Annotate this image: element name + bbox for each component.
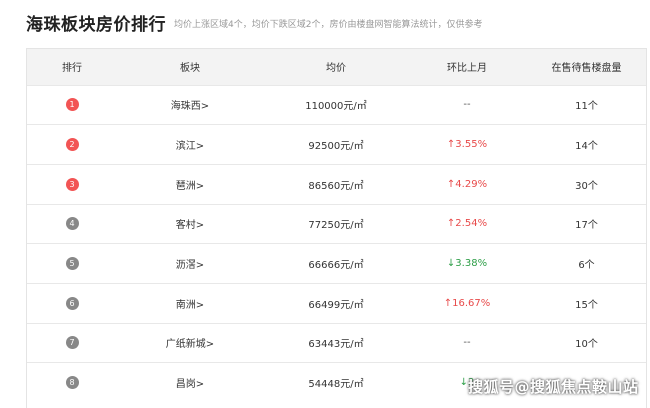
table-row: 5 沥滘> 66666元/㎡ ↓3.38% 6个 xyxy=(27,243,646,284)
average-price: 66499元/㎡ xyxy=(263,282,409,324)
listing-count: 10个 xyxy=(525,322,646,363)
table-row: 1 海珠西> 110000元/㎡ -- 11个 xyxy=(27,84,646,125)
month-change: ↑4.29% xyxy=(409,163,525,205)
rank-badge: 3 xyxy=(65,177,79,191)
column-header-change: 环比上月 xyxy=(447,63,487,75)
average-price: 92500元/㎡ xyxy=(263,124,409,165)
table-row: 3 琶洲> 86560元/㎡ ↑4.29% 30个 xyxy=(27,163,646,205)
month-change: -- xyxy=(409,84,525,125)
rank-badge: 8 xyxy=(65,376,79,390)
month-change: ↑3.55% xyxy=(409,124,525,165)
listing-count: 15个 xyxy=(525,282,646,324)
district-link[interactable]: 昌岗> xyxy=(117,362,263,403)
district-link[interactable]: 沥滘> xyxy=(117,243,263,284)
header: 海珠板块房价排行 均价上涨区域4个，均价下跌区域2个，房价由楼盘网智能算法统计，… xyxy=(26,8,482,36)
district-link[interactable]: 南洲> xyxy=(117,282,263,324)
average-price: 63443元/㎡ xyxy=(263,322,409,363)
average-price: 54448元/㎡ xyxy=(263,362,409,403)
average-price: 77250元/㎡ xyxy=(263,203,409,244)
page-title: 海珠板块房价排行 xyxy=(26,14,166,35)
listing-count: 30个 xyxy=(525,163,646,205)
rank-badge: 4 xyxy=(65,217,79,231)
listing-count: 17个 xyxy=(525,203,646,244)
month-change: ↓3.38% xyxy=(409,243,525,284)
watermark: 搜狐号@搜狐焦点鞍山站 xyxy=(468,378,639,396)
listing-count: 6个 xyxy=(525,243,646,284)
month-change: ↑16.67% xyxy=(409,282,525,324)
district-link[interactable]: 广纸新城> xyxy=(117,322,263,363)
page-subtitle: 均价上涨区域4个，均价下跌区域2个，房价由楼盘网智能算法统计，仅供参考 xyxy=(174,20,483,30)
district-link[interactable]: 琶洲> xyxy=(117,163,263,205)
rank-badge: 6 xyxy=(65,296,79,310)
rank-badge: 1 xyxy=(65,98,79,112)
ranking-table-container: 排行 板块 均价 环比上月 在售待售楼盘量 1 海珠西> 110000元/㎡ -… xyxy=(26,48,647,408)
table-row: 2 滨江> 92500元/㎡ ↑3.55% 14个 xyxy=(27,124,646,165)
ranking-table: 排行 板块 均价 环比上月 在售待售楼盘量 1 海珠西> 110000元/㎡ -… xyxy=(27,49,646,403)
column-header-price: 均价 xyxy=(326,63,346,75)
average-price: 110000元/㎡ xyxy=(263,84,409,125)
average-price: 66666元/㎡ xyxy=(263,243,409,284)
column-header-rank: 排行 xyxy=(62,63,82,75)
district-link[interactable]: 滨江> xyxy=(117,124,263,165)
listing-count: 14个 xyxy=(525,124,646,165)
rank-badge: 2 xyxy=(65,138,79,152)
table-row: 4 客村> 77250元/㎡ ↑2.54% 17个 xyxy=(27,203,646,244)
month-change: -- xyxy=(409,322,525,363)
column-header-count: 在售待售楼盘量 xyxy=(551,63,622,75)
listing-count: 11个 xyxy=(525,84,646,125)
average-price: 86560元/㎡ xyxy=(263,163,409,205)
district-link[interactable]: 海珠西> xyxy=(117,84,263,125)
table-row: 6 南洲> 66499元/㎡ ↑16.67% 15个 xyxy=(27,282,646,324)
column-header-district: 板块 xyxy=(180,63,200,75)
table-header-row: 排行 板块 均价 环比上月 在售待售楼盘量 xyxy=(27,49,646,85)
table-row: 7 广纸新城> 63443元/㎡ -- 10个 xyxy=(27,322,646,363)
district-link[interactable]: 客村> xyxy=(117,203,263,244)
month-change: ↑2.54% xyxy=(409,203,525,244)
rank-badge: 7 xyxy=(65,336,79,350)
rank-badge: 5 xyxy=(65,257,79,271)
